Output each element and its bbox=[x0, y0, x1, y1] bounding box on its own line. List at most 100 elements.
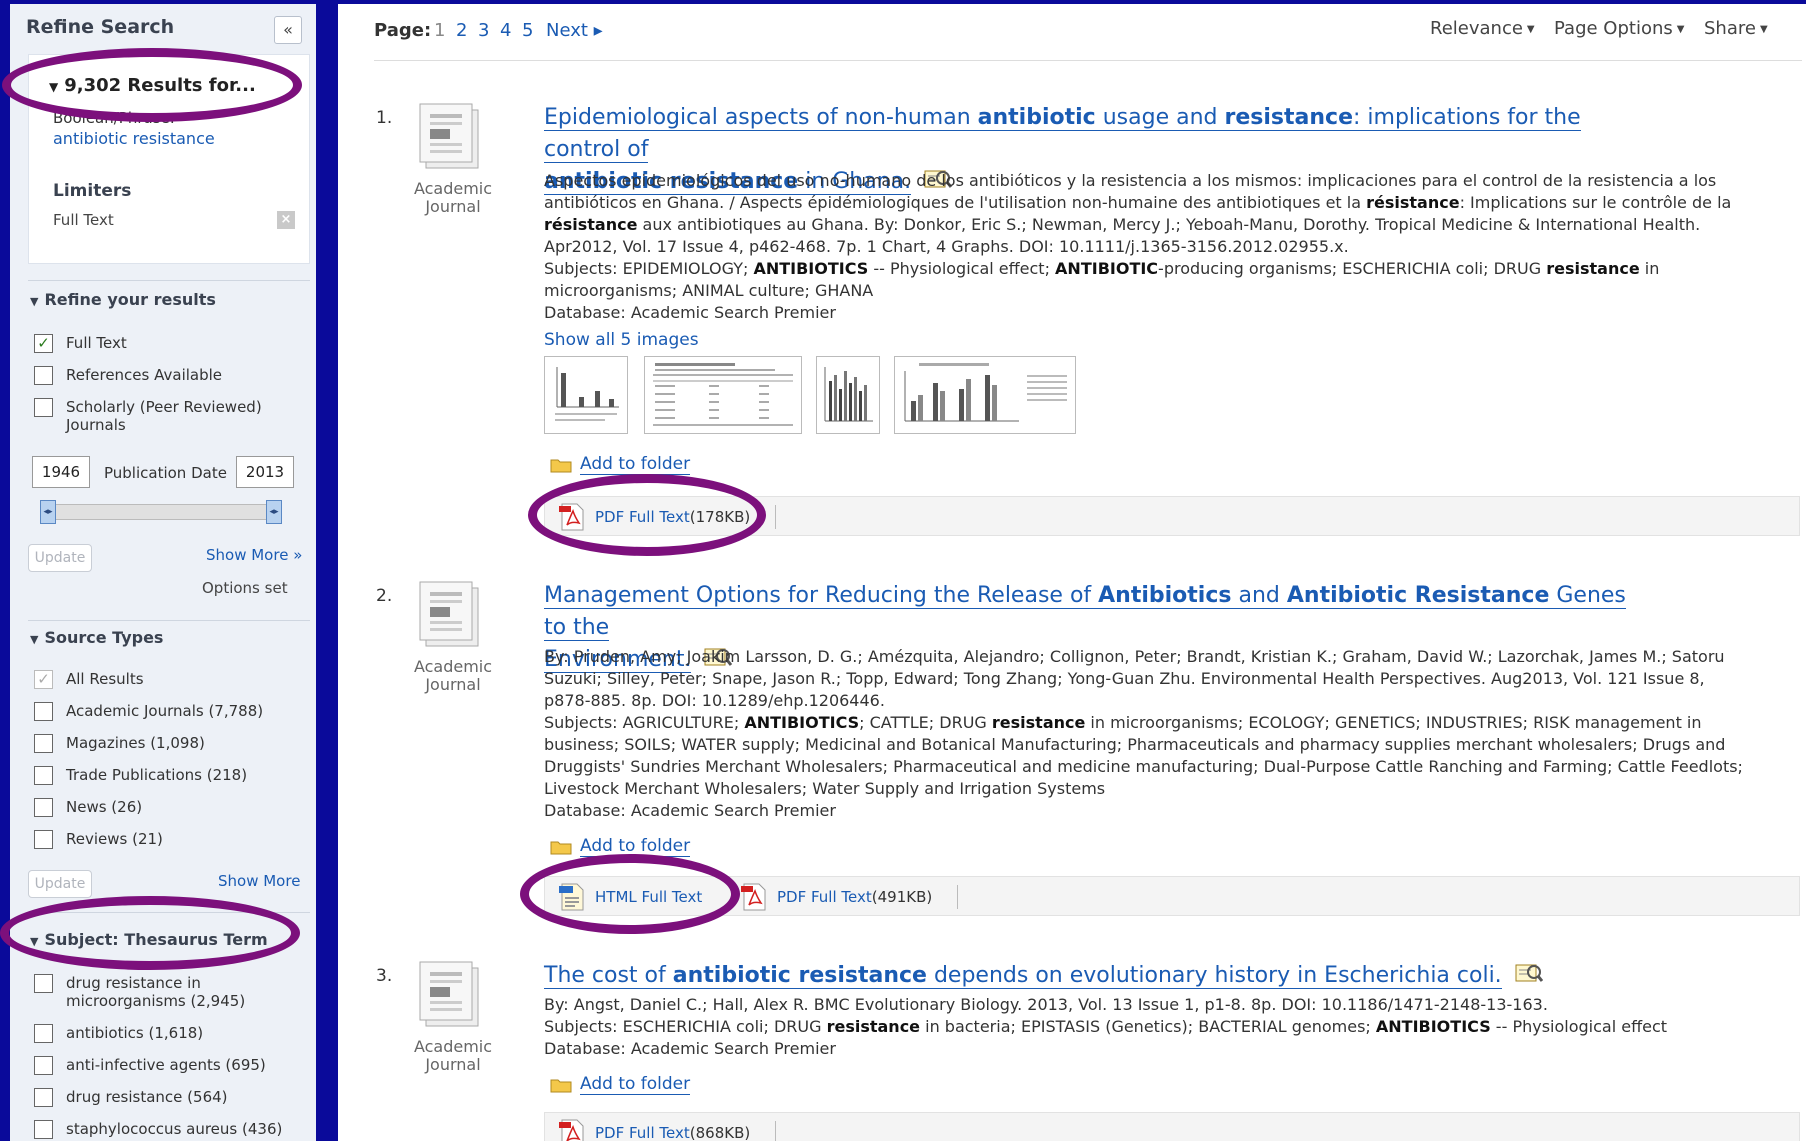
image-thumbnail[interactable] bbox=[544, 356, 628, 434]
update-button[interactable]: Update bbox=[28, 544, 92, 572]
checkbox-icon[interactable] bbox=[34, 366, 53, 385]
collapse-sidebar-button[interactable]: « bbox=[274, 16, 302, 44]
refine-sidebar: Refine Search « ▼ 9,302 Results for... Bo… bbox=[10, 4, 316, 1141]
checkbox-icon[interactable] bbox=[34, 1088, 53, 1107]
divider bbox=[28, 912, 310, 913]
subject-item[interactable]: drug resistance (564) bbox=[34, 1088, 228, 1107]
page-link[interactable]: 4 bbox=[500, 20, 511, 41]
current-search-box: ▼ 9,302 Results for... Boolean/Phrase: an… bbox=[28, 54, 310, 264]
html-document-icon bbox=[559, 883, 584, 911]
page-link[interactable]: 3 bbox=[478, 20, 489, 41]
image-thumbnail[interactable] bbox=[894, 356, 1076, 434]
divider bbox=[28, 620, 310, 621]
add-to-folder-link[interactable]: Add to folder bbox=[550, 1074, 691, 1095]
date-to-input[interactable]: 2013 bbox=[236, 456, 294, 488]
checkbox-icon[interactable] bbox=[34, 702, 53, 721]
checkbox-icon[interactable] bbox=[34, 1024, 53, 1043]
result-number: 3. bbox=[376, 966, 393, 986]
source-type-academic[interactable]: Academic Journals (7,788) bbox=[34, 702, 263, 721]
result-abstract: By: Angst, Daniel C.; Hall, Alex R. BMC … bbox=[544, 995, 1668, 1058]
image-thumbnail[interactable] bbox=[816, 356, 880, 434]
source-type-news[interactable]: News (26) bbox=[34, 798, 142, 817]
journal-document-icon[interactable] bbox=[416, 958, 490, 1028]
folder-icon bbox=[550, 841, 572, 854]
results-pane: Page: 1 2 3 4 5 Next ▸ Relevance ▼ Page O… bbox=[338, 4, 1806, 1141]
source-type-trade[interactable]: Trade Publications (218) bbox=[34, 766, 247, 785]
image-thumbnail[interactable] bbox=[644, 356, 802, 434]
checkbox-checked-icon[interactable]: ✓ bbox=[34, 670, 53, 689]
journal-document-icon[interactable] bbox=[416, 100, 490, 170]
checkbox-icon[interactable] bbox=[34, 798, 53, 817]
triangle-down-icon: ▼ bbox=[49, 80, 59, 94]
checkbox-icon[interactable] bbox=[34, 1056, 53, 1075]
checkbox-icon[interactable] bbox=[34, 974, 53, 993]
subject-item[interactable]: drug resistance in microorganisms (2,945… bbox=[34, 974, 266, 1010]
html-full-text-link[interactable]: HTML Full Text bbox=[559, 883, 702, 911]
divider bbox=[28, 280, 310, 281]
pdf-full-text-link[interactable]: PDF Full Text (491KB) bbox=[741, 883, 932, 911]
slider-handle-left-icon[interactable]: ◂▸ bbox=[40, 500, 56, 524]
source-type-reviews[interactable]: Reviews (21) bbox=[34, 830, 163, 849]
publication-type: Academic Journal bbox=[413, 179, 493, 216]
add-to-folder-link[interactable]: Add to folder bbox=[550, 454, 691, 475]
folder-icon bbox=[550, 1079, 572, 1092]
pdf-icon bbox=[559, 1119, 584, 1141]
show-more-link-2[interactable]: Show More bbox=[218, 872, 300, 890]
options-set-text: Options set bbox=[202, 579, 288, 597]
preview-magnifier-icon[interactable] bbox=[1515, 962, 1543, 984]
checkbox-icon[interactable] bbox=[34, 398, 53, 417]
subject-heading[interactable]: ▼ Subject: Thesaurus Term bbox=[30, 930, 268, 949]
add-to-folder-link[interactable]: Add to folder bbox=[550, 836, 691, 857]
show-more-link[interactable]: Show More » bbox=[206, 546, 302, 564]
pdf-icon bbox=[559, 503, 584, 531]
checkbox-icon[interactable] bbox=[34, 830, 53, 849]
search-term-link[interactable]: antibiotic resistance bbox=[53, 129, 215, 148]
remove-limiter-icon[interactable]: × bbox=[277, 211, 295, 229]
source-type-magazines[interactable]: Magazines (1,098) bbox=[34, 734, 205, 753]
page-label: Page: bbox=[374, 20, 432, 41]
result-abstract: By: Pruden, Amy; Joakim Larsson, D. G.; … bbox=[544, 647, 1743, 820]
subject-item[interactable]: staphylococcus aureus (436) bbox=[34, 1120, 282, 1139]
refine-option-references[interactable]: References Available bbox=[34, 366, 222, 385]
date-slider-track[interactable] bbox=[42, 504, 280, 520]
result-number: 1. bbox=[376, 108, 393, 128]
page-options-dropdown[interactable]: Page Options ▼ bbox=[1554, 18, 1684, 39]
source-types-heading[interactable]: ▼ Source Types bbox=[30, 628, 163, 647]
share-dropdown[interactable]: Share ▼ bbox=[1704, 18, 1768, 39]
refine-option-full-text[interactable]: ✓ Full Text bbox=[34, 334, 127, 353]
checkbox-checked-icon[interactable]: ✓ bbox=[34, 334, 53, 353]
relevance-dropdown[interactable]: Relevance ▼ bbox=[1430, 18, 1535, 39]
divider bbox=[775, 505, 776, 529]
subject-item[interactable]: anti-infective agents (695) bbox=[34, 1056, 266, 1075]
checkbox-icon[interactable] bbox=[34, 734, 53, 753]
page-link[interactable]: 2 bbox=[456, 20, 467, 41]
checkbox-icon[interactable] bbox=[34, 766, 53, 785]
refine-option-scholarly[interactable]: Scholarly (Peer Reviewed) Journals bbox=[34, 398, 266, 434]
slider-handle-right-icon[interactable]: ◂▸ bbox=[266, 500, 282, 524]
full-text-bar: HTML Full Text PDF Full Text (491KB) bbox=[544, 876, 1800, 916]
subject-item[interactable]: antibiotics (1,618) bbox=[34, 1024, 203, 1043]
update-button-2[interactable]: Update bbox=[28, 870, 92, 898]
result-title-link[interactable]: The cost of antibiotic resistance depend… bbox=[544, 960, 1654, 992]
journal-document-icon[interactable] bbox=[416, 578, 490, 648]
divider bbox=[775, 1121, 776, 1141]
triangle-down-icon: ▼ bbox=[30, 935, 39, 948]
date-from-input[interactable]: 1946 bbox=[32, 456, 90, 488]
page-link[interactable]: 5 bbox=[522, 20, 533, 41]
caret-down-icon: ▼ bbox=[1759, 24, 1768, 35]
results-count-heading[interactable]: ▼ 9,302 Results for... bbox=[49, 75, 256, 96]
caret-down-icon: ▼ bbox=[1676, 24, 1685, 35]
result-number: 2. bbox=[376, 586, 393, 606]
show-all-images-link[interactable]: Show all 5 images bbox=[544, 330, 699, 350]
limiter-full-text: Full Text bbox=[53, 211, 114, 229]
refine-results-heading[interactable]: ▼ Refine your results bbox=[30, 290, 216, 309]
source-type-all[interactable]: ✓ All Results bbox=[34, 670, 144, 689]
divider bbox=[957, 885, 958, 909]
pdf-full-text-link[interactable]: PDF Full Text (868KB) bbox=[559, 1119, 750, 1141]
chart-thumbnail-icon bbox=[904, 363, 1067, 422]
full-text-bar: PDF Full Text (868KB) bbox=[544, 1112, 1800, 1141]
pdf-full-text-link[interactable]: PDF Full Text (178KB) bbox=[559, 503, 750, 531]
checkbox-icon[interactable] bbox=[34, 1120, 53, 1139]
next-page-link[interactable]: Next ▸ bbox=[546, 20, 603, 41]
chart-thumbnail-icon bbox=[549, 361, 623, 429]
